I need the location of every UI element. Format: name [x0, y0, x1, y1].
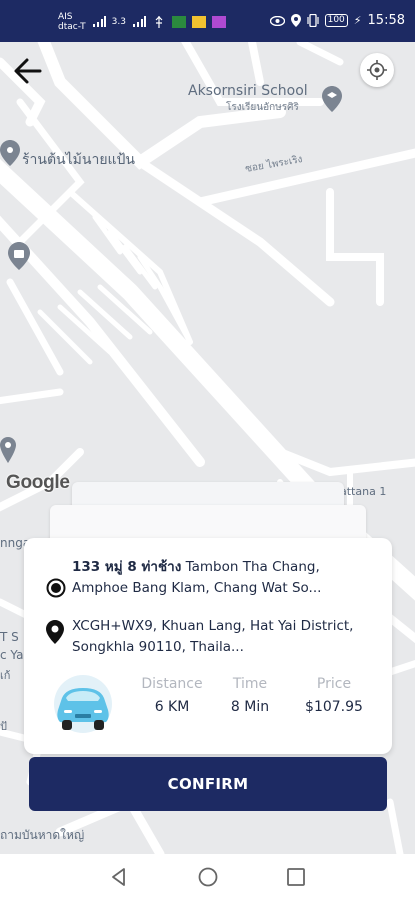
system-nav-bar — [0, 854, 415, 900]
usb-icon — [155, 16, 163, 28]
time-label: Time — [232, 676, 268, 692]
back-arrow-icon[interactable] — [12, 55, 44, 87]
poi-school-pin-icon[interactable] — [322, 86, 342, 112]
time-stat: Time 8 Min — [220, 676, 280, 715]
map-edge-label-2: T S — [0, 630, 19, 644]
nav-recents-icon[interactable] — [285, 866, 307, 888]
dropoff-address[interactable]: XCGH+WX9, Khuan Lang, Hat Yai District, … — [72, 616, 372, 658]
signal2-icon — [132, 16, 146, 27]
trip-card: 133 หมู่ 8 ท่าช้าง Tambon Tha Chang, Amp… — [24, 538, 392, 754]
carrier-top: AIS — [58, 12, 73, 22]
speed-text: 3.3 — [111, 17, 126, 27]
car-icon — [54, 675, 112, 733]
radio-pickup-icon — [46, 578, 66, 598]
vibrate-icon — [307, 14, 319, 27]
poi-shop-pin-icon[interactable] — [0, 140, 20, 166]
poi-school-thai-label: โรงเรียนอักษรศิริ — [226, 102, 299, 113]
road-label-2: attana 1 — [340, 485, 387, 498]
location-status-icon — [290, 14, 301, 27]
status-bar: AIS dtac-T 3.3 100 ⚡ 15:58 — [0, 0, 415, 42]
status-left: AIS dtac-T 3.3 — [58, 12, 226, 32]
price-value: $107.95 — [305, 699, 363, 715]
eye-icon — [269, 15, 285, 26]
status-right: 100 ⚡ 15:58 — [269, 13, 405, 28]
pin-dropoff-icon — [46, 620, 64, 644]
confirm-button[interactable]: CONFIRM — [29, 757, 387, 811]
charging-icon: ⚡ — [353, 14, 362, 27]
distance-stat: Distance 6 KM — [130, 676, 214, 715]
locate-icon — [367, 60, 387, 80]
signal-icon — [92, 16, 106, 27]
carrier-bottom: dtac-T — [58, 22, 86, 32]
time-value: 8 Min — [230, 699, 270, 715]
pickup-address[interactable]: 133 หมู่ 8 ท่าช้าง Tambon Tha Chang, Amp… — [72, 557, 372, 599]
locate-button[interactable] — [360, 53, 394, 87]
map-edge-label-3: c Ya — [0, 648, 24, 662]
map-bottom-label: ถามบันหาดใหญ่ — [0, 828, 85, 842]
app-icon-2 — [191, 16, 206, 28]
map-edge-label-5: ปั — [0, 720, 7, 733]
poi-shop-label: ร้านต้นไม้นายแป้น — [22, 152, 135, 168]
nav-back-icon[interactable] — [108, 866, 130, 888]
poi-school-label: Aksornsiri School — [188, 83, 308, 99]
app-icon-3 — [211, 16, 226, 28]
car-image — [48, 674, 118, 736]
battery-icon: 100 — [324, 14, 348, 27]
map-edge-label-4: เก้ — [0, 669, 11, 682]
poi-pin-left-icon[interactable] — [0, 437, 16, 463]
distance-value: 6 KM — [154, 699, 190, 715]
status-time: 15:58 — [367, 13, 405, 28]
price-stat: Price $107.95 — [296, 676, 372, 715]
nav-home-icon[interactable] — [197, 866, 219, 888]
distance-label: Distance — [141, 676, 203, 692]
poi-shopping-pin-icon[interactable] — [8, 242, 30, 270]
price-label: Price — [316, 676, 352, 692]
pickup-address-bold: 133 หมู่ 8 ท่าช้าง — [72, 559, 182, 575]
app-icon-1 — [171, 16, 186, 28]
google-logo: Google — [6, 472, 70, 493]
